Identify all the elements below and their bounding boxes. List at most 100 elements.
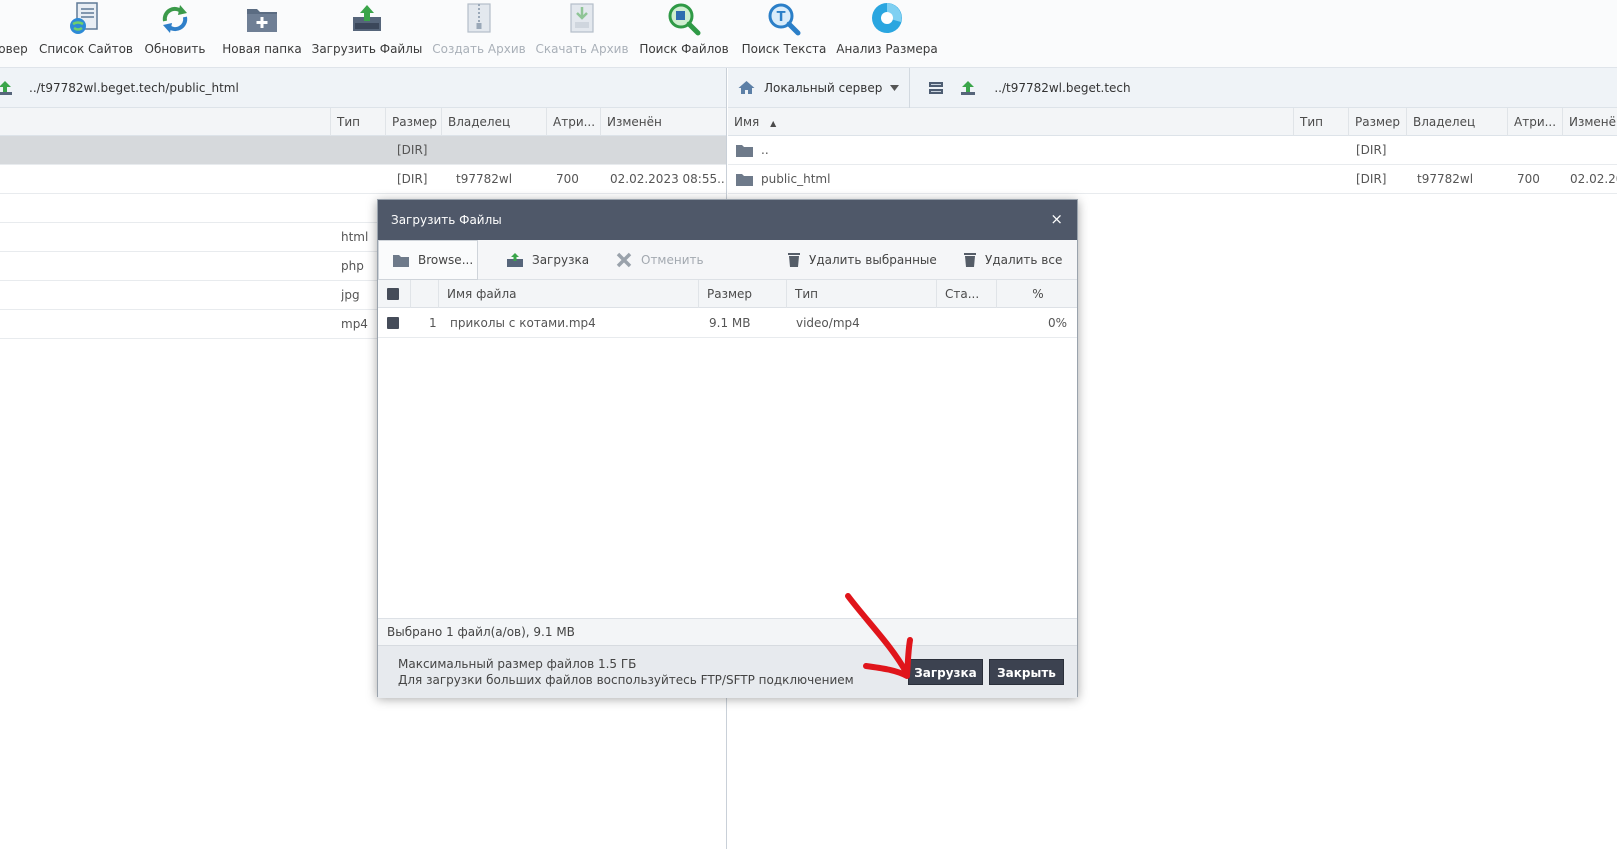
home-icon: [738, 81, 755, 94]
select-all-checkbox[interactable]: [387, 288, 399, 300]
row-type: mp4: [341, 317, 368, 331]
ftp-note: Для загрузки больших файлов воспользуйте…: [398, 673, 854, 687]
file-search-icon: [668, 3, 701, 36]
toolbar-server-button[interactable]: овер: [0, 0, 30, 68]
folder-icon: [736, 174, 753, 186]
column-owner[interactable]: Владелец: [441, 108, 546, 136]
start-upload-label: Загрузка: [532, 253, 590, 267]
file-size: 9.1 MB: [709, 316, 751, 330]
delete-all-button[interactable]: Удалить все: [963, 240, 1062, 280]
column-status[interactable]: Ста...: [936, 280, 996, 308]
column-type[interactable]: Тип: [786, 280, 936, 308]
cancel-button[interactable]: Отменить: [615, 240, 704, 280]
row-attrs: 700: [556, 172, 579, 186]
upload-files-dialog: Загрузить Файлы × Browse... Загрузка Отм…: [377, 199, 1078, 698]
toolbar-label: Анализ Размера: [836, 42, 938, 56]
row-owner: t97782wl: [456, 172, 513, 186]
column-name[interactable]: Имя ▲: [728, 108, 1293, 136]
row-modified: 02.02.20: [1570, 172, 1617, 186]
toolbar-label: Создать Архив: [432, 42, 526, 56]
table-row[interactable]: [DIR]: [0, 136, 726, 165]
column-attrs[interactable]: Атри...: [546, 108, 600, 136]
file-checkbox[interactable]: [387, 317, 399, 329]
row-name: public_html: [761, 172, 831, 186]
column-size[interactable]: Размер: [385, 108, 441, 136]
toolbar-text-search-button[interactable]: T Поиск Текста: [741, 0, 827, 68]
toolbar-label: Обновить: [144, 42, 206, 56]
upload-icon: [507, 253, 523, 267]
row-type: html: [341, 230, 369, 244]
refresh-icon: [162, 5, 188, 33]
right-path-text: ../t97782wl.beget.tech: [994, 80, 1131, 95]
column-type[interactable]: Тип: [330, 108, 385, 136]
close-icon[interactable]: ×: [1050, 200, 1063, 240]
site-list-icon: [70, 2, 98, 34]
size-analysis-icon: [872, 3, 902, 33]
file-type: video/mp4: [796, 316, 860, 330]
cancel-label: Отменить: [641, 253, 704, 267]
toolbar-site-list-button[interactable]: Список Сайтов: [39, 0, 133, 68]
main-toolbar: овер Список Сайтов Обновить Новая папка: [0, 0, 1617, 68]
server-icon: [15, 1, 16, 37]
toolbar-label: Поиск Файлов: [639, 42, 729, 56]
row-owner: t97782wl: [1417, 172, 1474, 186]
column-filename[interactable]: Имя файла: [438, 280, 698, 308]
row-attrs: 700: [1517, 172, 1540, 186]
footer-info: Максимальный размер файлов 1.5 ГБ Для за…: [398, 656, 854, 688]
column-size[interactable]: Размер: [698, 280, 786, 308]
trash-icon: [788, 253, 800, 267]
toolbar-new-folder-button[interactable]: Новая папка: [222, 0, 302, 68]
folder-open-icon: [393, 255, 409, 267]
select-all-cell[interactable]: [378, 280, 410, 308]
column-attrs[interactable]: Атри...: [1507, 108, 1562, 136]
delete-all-label: Удалить все: [985, 253, 1063, 267]
table-row[interactable]: .. [DIR]: [728, 136, 1617, 165]
toolbar-create-archive-button[interactable]: Создать Архив: [432, 0, 526, 68]
new-folder-icon: [247, 9, 277, 32]
toolbar-refresh-button[interactable]: Обновить: [144, 0, 206, 68]
column-size[interactable]: Размер: [1348, 108, 1406, 136]
toolbar-file-search-button[interactable]: Поиск Файлов: [639, 0, 729, 68]
trash-icon: [964, 253, 976, 267]
column-modified[interactable]: Изменён: [1562, 108, 1617, 136]
table-row[interactable]: public_html [DIR] t97782wl 700 02.02.20: [728, 165, 1617, 194]
svg-text:T: T: [777, 10, 786, 25]
row-size: [DIR]: [397, 143, 428, 157]
max-size-note: Максимальный размер файлов 1.5 ГБ: [398, 657, 637, 671]
sort-ascending-icon: ▲: [770, 119, 777, 128]
upload-table-header: Имя файла Размер Тип Ста... %: [378, 280, 1077, 308]
server-label: Локальный сервер: [764, 80, 883, 95]
toolbar-label: Скачать Архив: [535, 42, 629, 56]
dialog-title: Загрузить Файлы: [378, 200, 1077, 240]
server-selector[interactable]: Локальный сервер: [728, 68, 911, 108]
toolbar-label: Новая папка: [222, 42, 302, 56]
delete-selected-label: Удалить выбранные: [809, 253, 937, 267]
close-button[interactable]: Закрыть: [989, 659, 1064, 685]
up-folder-icon[interactable]: [960, 80, 976, 96]
start-upload-button[interactable]: Загрузка: [506, 240, 589, 280]
cancel-icon: [616, 252, 632, 268]
dialog-footer: Максимальный размер файлов 1.5 ГБ Для за…: [378, 645, 1077, 698]
row-size: [DIR]: [1356, 172, 1387, 186]
delete-selected-button[interactable]: Удалить выбранные: [787, 240, 937, 280]
column-type[interactable]: Тип: [1293, 108, 1348, 136]
up-folder-icon[interactable]: [0, 80, 13, 96]
column-percent[interactable]: %: [996, 280, 1079, 308]
upload-file-row[interactable]: 1 приколы с котами.mp4 9.1 MB video/mp4 …: [378, 308, 1077, 338]
left-path-text: ../t97782wl.beget.tech/public_html: [29, 80, 239, 95]
column-owner[interactable]: Владелец: [1406, 108, 1507, 136]
toolbar-upload-files-button[interactable]: Загрузить Файлы: [312, 0, 422, 68]
toolbar-download-archive-button[interactable]: Скачать Архив: [535, 0, 629, 68]
right-path-bar: Локальный сервер ../t97782wl.beget.tech: [728, 68, 1617, 108]
left-path-bar: ../t97782wl.beget.tech/public_html: [0, 68, 726, 108]
toolbar-size-analysis-button[interactable]: Анализ Размера: [836, 0, 938, 68]
toolbar-label: Поиск Текста: [741, 42, 827, 56]
drive-icon[interactable]: [928, 81, 944, 95]
column-number: [410, 280, 438, 308]
table-row[interactable]: [DIR] t97782wl 700 02.02.2023 08:55...: [0, 165, 726, 194]
selection-status: Выбрано 1 файл(а/ов), 9.1 MB: [378, 618, 1077, 645]
dialog-toolbar: Browse... Загрузка Отменить Удалить выбр…: [378, 240, 1077, 280]
toolbar-label: Загрузить Файлы: [311, 42, 423, 56]
column-modified[interactable]: Изменён: [600, 108, 726, 136]
browse-button[interactable]: Browse...: [378, 240, 478, 280]
